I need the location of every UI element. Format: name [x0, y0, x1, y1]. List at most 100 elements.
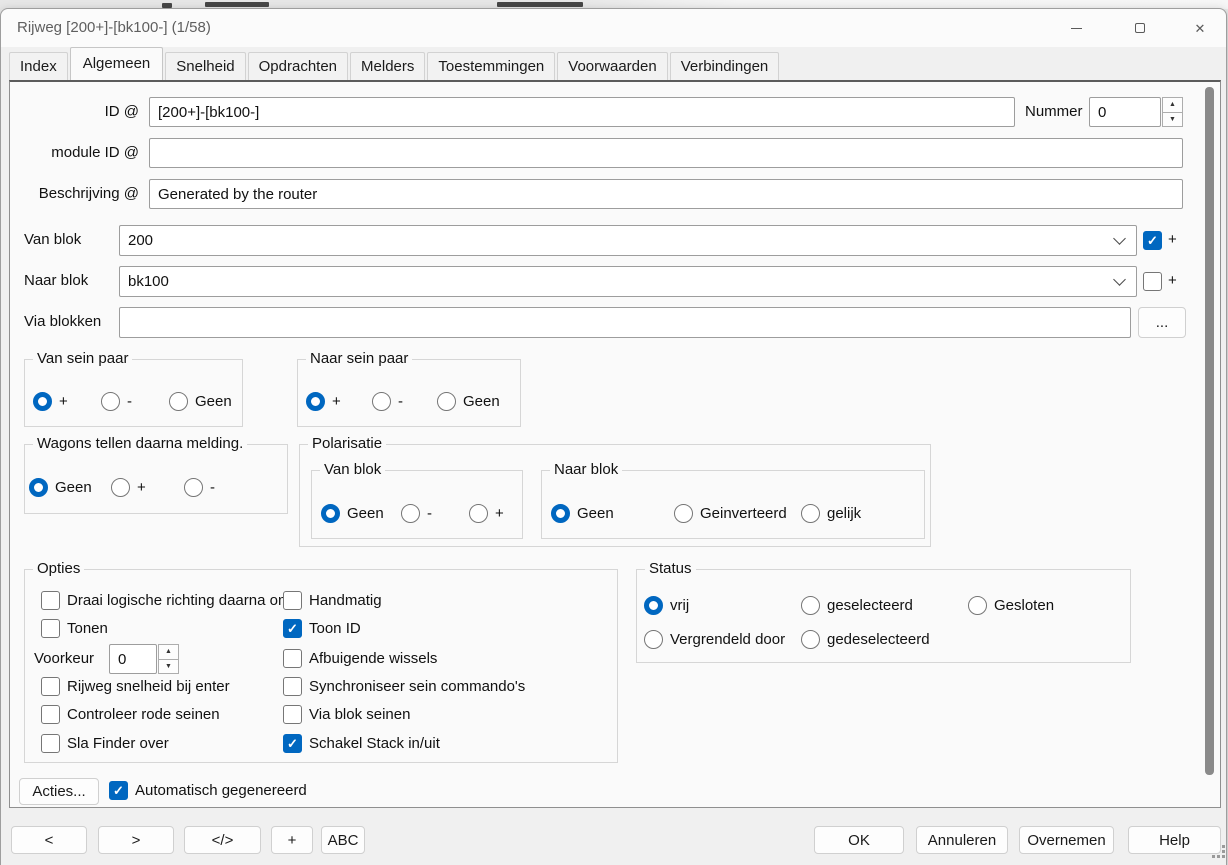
spin-down-icon[interactable]: ▼: [1162, 113, 1183, 128]
radio-pol-naar-geen[interactable]: Geen: [551, 504, 614, 523]
checkbox-icon[interactable]: [283, 705, 302, 724]
radio-pol-van-plus[interactable]: +: [469, 504, 504, 523]
naar-blok-combobox[interactable]: bk100: [119, 266, 1137, 297]
checkbox-via-blok-seinen[interactable]: Via blok seinen: [283, 705, 410, 724]
add-button[interactable]: +: [271, 826, 313, 854]
checkbox-icon[interactable]: [283, 677, 302, 696]
voorkeur-spinner[interactable]: ▲ ▼: [158, 644, 179, 674]
tab-verbindingen[interactable]: Verbindingen: [670, 52, 780, 80]
tab-toestemmingen[interactable]: Toestemmingen: [427, 52, 555, 80]
voorkeur-input[interactable]: [109, 644, 157, 674]
module-id-input[interactable]: [149, 138, 1183, 168]
checkbox-icon[interactable]: [41, 591, 60, 610]
radio-pol-naar-geinverteerd[interactable]: Geinverteerd: [674, 504, 787, 523]
nummer-input[interactable]: [1089, 97, 1161, 127]
via-blokken-browse-button[interactable]: ...: [1138, 307, 1186, 338]
radio-icon[interactable]: [968, 596, 987, 615]
radio-status-vergrendeld[interactable]: Vergrendeld door: [644, 630, 785, 649]
tab-opdrachten[interactable]: Opdrachten: [248, 52, 348, 80]
tab-snelheid[interactable]: Snelheid: [165, 52, 245, 80]
checkbox-afbuigende-wissels[interactable]: Afbuigende wissels: [283, 649, 437, 668]
radio-icon[interactable]: [801, 504, 820, 523]
radio-naar-sein-plus[interactable]: +: [306, 392, 341, 411]
annuleren-button[interactable]: Annuleren: [916, 826, 1008, 854]
radio-icon[interactable]: [184, 478, 203, 497]
checkbox-handmatig[interactable]: Handmatig: [283, 591, 382, 610]
tab-voorwaarden[interactable]: Voorwaarden: [557, 52, 667, 80]
van-blok-plus-checkbox[interactable]: [1143, 231, 1162, 250]
radio-icon[interactable]: [33, 392, 52, 411]
van-blok-combobox[interactable]: 200: [119, 225, 1137, 256]
beschrijving-input[interactable]: [149, 179, 1183, 209]
checkbox-toon-id[interactable]: Toon ID: [283, 619, 361, 638]
radio-icon[interactable]: [321, 504, 340, 523]
checkbox-draai-logische-richting[interactable]: Draai logische richting daarna om: [41, 591, 290, 610]
nav-next-button[interactable]: >: [98, 826, 174, 854]
checkbox-rijweg-snelheid[interactable]: Rijweg snelheid bij enter: [41, 677, 230, 696]
radio-pol-van-min[interactable]: -: [401, 504, 432, 523]
radio-wagons-min[interactable]: -: [184, 478, 215, 497]
radio-icon[interactable]: [169, 392, 188, 411]
radio-icon[interactable]: [437, 392, 456, 411]
id-input[interactable]: [149, 97, 1015, 127]
help-button[interactable]: Help: [1128, 826, 1221, 854]
radio-status-geselecteerd[interactable]: geselecteerd: [801, 596, 913, 615]
checkbox-automatisch-gegenereerd[interactable]: Automatisch gegenereerd: [109, 781, 307, 800]
radio-icon[interactable]: [551, 504, 570, 523]
radio-pol-naar-gelijk[interactable]: gelijk: [801, 504, 861, 523]
tab-index[interactable]: Index: [9, 52, 68, 80]
ok-button[interactable]: OK: [814, 826, 904, 854]
radio-icon[interactable]: [801, 596, 820, 615]
checkbox-icon[interactable]: [41, 705, 60, 724]
checkbox-icon[interactable]: [283, 649, 302, 668]
radio-naar-sein-min[interactable]: -: [372, 392, 403, 411]
tab-algemeen[interactable]: Algemeen: [70, 47, 164, 80]
checkbox-icon[interactable]: [283, 734, 302, 753]
checkbox-icon[interactable]: [283, 619, 302, 638]
radio-status-gesloten[interactable]: Gesloten: [968, 596, 1054, 615]
radio-icon[interactable]: [401, 504, 420, 523]
radio-icon[interactable]: [644, 630, 663, 649]
checkbox-icon[interactable]: [41, 677, 60, 696]
radio-icon[interactable]: [801, 630, 820, 649]
radio-icon[interactable]: [644, 596, 663, 615]
radio-icon[interactable]: [306, 392, 325, 411]
spin-up-icon[interactable]: ▲: [1162, 97, 1183, 113]
radio-naar-sein-geen[interactable]: Geen: [437, 392, 500, 411]
checkbox-tonen[interactable]: Tonen: [41, 619, 108, 638]
checkbox-sla-finder-over[interactable]: Sla Finder over: [41, 734, 169, 753]
maximize-button[interactable]: [1117, 9, 1163, 47]
spin-down-icon[interactable]: ▼: [158, 660, 179, 675]
radio-van-sein-min[interactable]: -: [101, 392, 132, 411]
radio-wagons-geen[interactable]: Geen: [29, 478, 92, 497]
xml-view-button[interactable]: </>: [184, 826, 261, 854]
overnemen-button[interactable]: Overnemen: [1019, 826, 1114, 854]
radio-icon[interactable]: [372, 392, 391, 411]
radio-icon[interactable]: [29, 478, 48, 497]
resize-grip[interactable]: [1212, 845, 1226, 859]
radio-van-sein-geen[interactable]: Geen: [169, 392, 232, 411]
radio-van-sein-plus[interactable]: +: [33, 392, 68, 411]
minimize-button[interactable]: [1053, 9, 1099, 47]
naar-blok-plus-checkbox[interactable]: [1143, 272, 1162, 291]
checkbox-icon[interactable]: [41, 734, 60, 753]
checkbox-synchroniseer-sein[interactable]: Synchroniseer sein commando's: [283, 677, 525, 696]
tab-melders[interactable]: Melders: [350, 52, 425, 80]
via-blokken-input[interactable]: [119, 307, 1131, 338]
radio-icon[interactable]: [674, 504, 693, 523]
radio-icon[interactable]: [101, 392, 120, 411]
radio-status-gedeselecteerd[interactable]: gedeselecteerd: [801, 630, 930, 649]
checkbox-icon[interactable]: [109, 781, 128, 800]
vertical-scrollbar-thumb[interactable]: [1205, 87, 1214, 775]
nav-previous-button[interactable]: <: [11, 826, 87, 854]
checkbox-schakel-stack[interactable]: Schakel Stack in/uit: [283, 734, 440, 753]
spin-up-icon[interactable]: ▲: [158, 644, 179, 660]
abc-button[interactable]: ABC: [321, 826, 365, 854]
acties-button[interactable]: Acties...: [19, 778, 99, 805]
radio-pol-van-geen[interactable]: Geen: [321, 504, 384, 523]
close-button[interactable]: ✕: [1177, 9, 1223, 47]
radio-wagons-plus[interactable]: +: [111, 478, 146, 497]
radio-status-vrij[interactable]: vrij: [644, 596, 689, 615]
checkbox-icon[interactable]: [41, 619, 60, 638]
checkbox-controleer-rode-seinen[interactable]: Controleer rode seinen: [41, 705, 220, 724]
